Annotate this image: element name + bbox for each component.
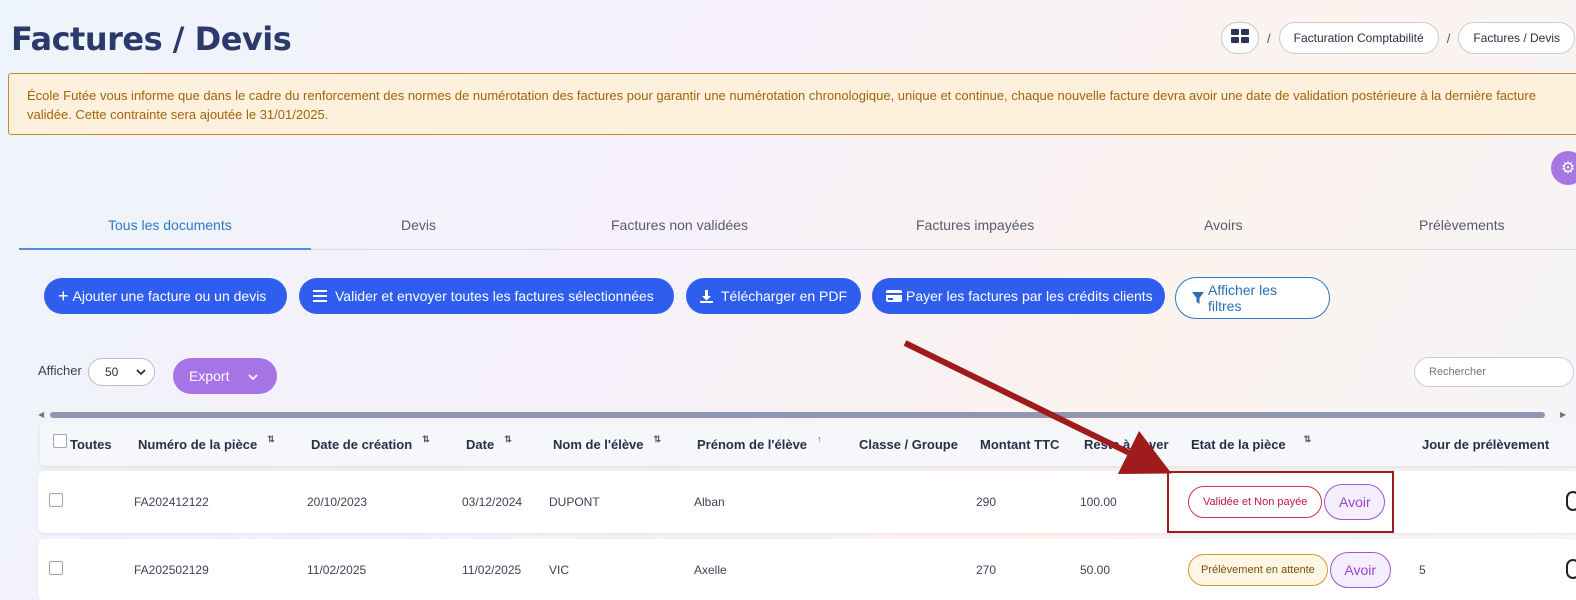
validate-send-button[interactable]: Valider et envoyer toutes les factures s…	[299, 278, 674, 314]
cell-first-name: Alban	[694, 495, 725, 509]
cell-amount: 270	[976, 563, 997, 577]
breadcrumb: / Facturation Comptabilité / Factures / …	[1221, 22, 1576, 54]
credit-card-icon	[886, 290, 902, 302]
tab-devis[interactable]: Devis	[401, 200, 436, 250]
row-menu-icon[interactable]	[1566, 491, 1576, 511]
sort-icon: ⇅	[653, 433, 662, 444]
sort-icon: ⇅	[267, 433, 275, 444]
chevron-down-icon	[136, 365, 146, 382]
sort-icon: ⇅	[1303, 433, 1312, 444]
export-label: Export	[189, 368, 230, 384]
cell-remaining: 100.00	[1080, 495, 1117, 509]
validate-send-label: Valider et envoyer toutes les factures s…	[335, 288, 654, 304]
show-filters-button[interactable]: Afficher les filtres	[1175, 277, 1330, 319]
select-all-column[interactable]: Toutes	[53, 422, 112, 466]
breadcrumb-item-facturation[interactable]: Facturation Comptabilité	[1278, 22, 1439, 54]
filter-icon	[1192, 291, 1204, 305]
breadcrumb-separator: /	[1446, 30, 1451, 46]
add-invoice-button[interactable]: + Ajouter une facture ou un devis	[44, 278, 287, 314]
breadcrumb-separator: /	[1267, 30, 1271, 46]
breadcrumb-home-button[interactable]	[1221, 22, 1259, 54]
select-all-checkbox[interactable]	[53, 434, 67, 448]
add-invoice-label: Ajouter une facture ou un devis	[72, 288, 267, 304]
cell-created: 20/10/2023	[307, 495, 368, 509]
select-all-label: Toutes	[70, 436, 112, 452]
column-header-remaining[interactable]: Reste à payer	[1084, 422, 1169, 466]
column-label: Numéro de la pièce	[138, 436, 258, 452]
credit-note-button[interactable]: Avoir	[1329, 552, 1391, 588]
page-title: Factures / Devis	[11, 20, 292, 58]
settings-button[interactable]: ⚙	[1551, 151, 1576, 185]
gear-icon: ⚙	[1560, 160, 1576, 177]
notice-text: École Futée vous informe que dans le cad…	[27, 88, 1536, 122]
cell-debit-day: 5	[1419, 563, 1426, 577]
column-label: Date de création	[311, 436, 413, 452]
page-size-select[interactable]: 50	[88, 358, 155, 386]
pay-with-credits-button[interactable]: Payer les factures par les crédits clien…	[872, 278, 1165, 314]
sort-icon: ⇅	[422, 433, 430, 444]
dashboard-grid-icon	[1231, 28, 1249, 48]
column-header-amount[interactable]: Montant TTC	[980, 422, 1059, 466]
tab-credit-notes[interactable]: Avoirs	[1204, 200, 1243, 250]
cell-amount: 290	[976, 495, 997, 509]
cell-number: FA202502129	[134, 563, 209, 577]
row-menu-icon[interactable]	[1566, 559, 1576, 579]
cell-number: FA202412122	[134, 495, 209, 509]
column-header-date[interactable]: Date ⇅	[466, 422, 512, 466]
cell-last-name: DUPONT	[549, 495, 600, 509]
scroll-left-icon[interactable]: ◀	[38, 410, 44, 419]
cell-created: 11/02/2025	[307, 563, 367, 577]
pay-with-credits-label: Payer les factures par les crédits clien…	[906, 288, 1153, 304]
download-icon	[700, 289, 713, 303]
cell-date: 03/12/2024	[462, 495, 523, 509]
active-tab-indicator	[19, 248, 311, 250]
table-header: Toutes Numéro de la pièce ⇅ Date de créat…	[40, 422, 1576, 466]
column-label: Date	[466, 436, 495, 452]
cell-first-name: Axelle	[694, 563, 727, 577]
row-checkbox[interactable]	[49, 493, 63, 507]
tab-all-documents[interactable]: Tous les documents	[108, 200, 232, 250]
table-row[interactable]: FA202502129 11/02/2025 11/02/2025 VIC Ax…	[38, 539, 1576, 600]
page-size-value: 50	[105, 365, 119, 379]
download-pdf-label: Télécharger en PDF	[721, 288, 848, 304]
show-filters-label: Afficher les filtres	[1208, 282, 1277, 314]
page-size-label: Afficher	[38, 363, 82, 378]
plus-icon: +	[58, 286, 69, 306]
column-label: Nom de l'élève	[553, 436, 644, 452]
sort-icon: ⇅	[504, 433, 512, 444]
column-label: Etat de la pièce	[1191, 436, 1286, 452]
download-pdf-button[interactable]: Télécharger en PDF	[686, 278, 861, 314]
column-header-number[interactable]: Numéro de la pièce ⇅	[138, 422, 275, 466]
list-icon	[313, 290, 327, 302]
horizontal-scrollbar[interactable]: ◀ ▶	[38, 409, 1576, 421]
tab-unpaid-invoices[interactable]: Factures impayées	[916, 200, 1034, 250]
tab-unvalidated-invoices[interactable]: Factures non validées	[611, 200, 748, 250]
column-header-debit-day[interactable]: Jour de prélèvement	[1422, 422, 1549, 466]
scroll-right-icon[interactable]: ▶	[1560, 410, 1566, 419]
column-header-class[interactable]: Classe / Groupe	[859, 422, 958, 466]
cell-remaining: 50.00	[1080, 563, 1111, 577]
scrollbar-thumb[interactable]	[50, 412, 1545, 418]
cell-last-name: VIC	[549, 563, 570, 577]
document-tabs: Tous les documents Devis Factures non va…	[19, 200, 1576, 250]
cell-date: 11/02/2025	[462, 563, 522, 577]
column-header-status[interactable]: Etat de la pièce ⇅	[1191, 422, 1311, 466]
status-badge: Prélèvement en attente	[1188, 554, 1328, 586]
export-dropdown-button[interactable]: Export	[173, 358, 277, 394]
chevron-down-icon	[247, 370, 259, 386]
sort-ascending-icon: ↑	[817, 434, 822, 444]
column-header-created[interactable]: Date de création ⇅	[311, 422, 430, 466]
info-notice: École Futée vous informe que dans le cad…	[8, 73, 1576, 135]
column-label: Prénom de l'élève	[697, 436, 808, 452]
tab-direct-debits[interactable]: Prélèvements	[1419, 200, 1505, 250]
breadcrumb-item-factures[interactable]: Factures / Devis	[1458, 22, 1576, 54]
row-checkbox[interactable]	[49, 561, 63, 575]
search-input[interactable]	[1414, 357, 1574, 387]
column-header-first-name[interactable]: Prénom de l'élève ↑	[697, 422, 822, 466]
column-header-last-name[interactable]: Nom de l'élève ⇅	[553, 422, 661, 466]
annotation-highlight-box	[1167, 471, 1394, 533]
